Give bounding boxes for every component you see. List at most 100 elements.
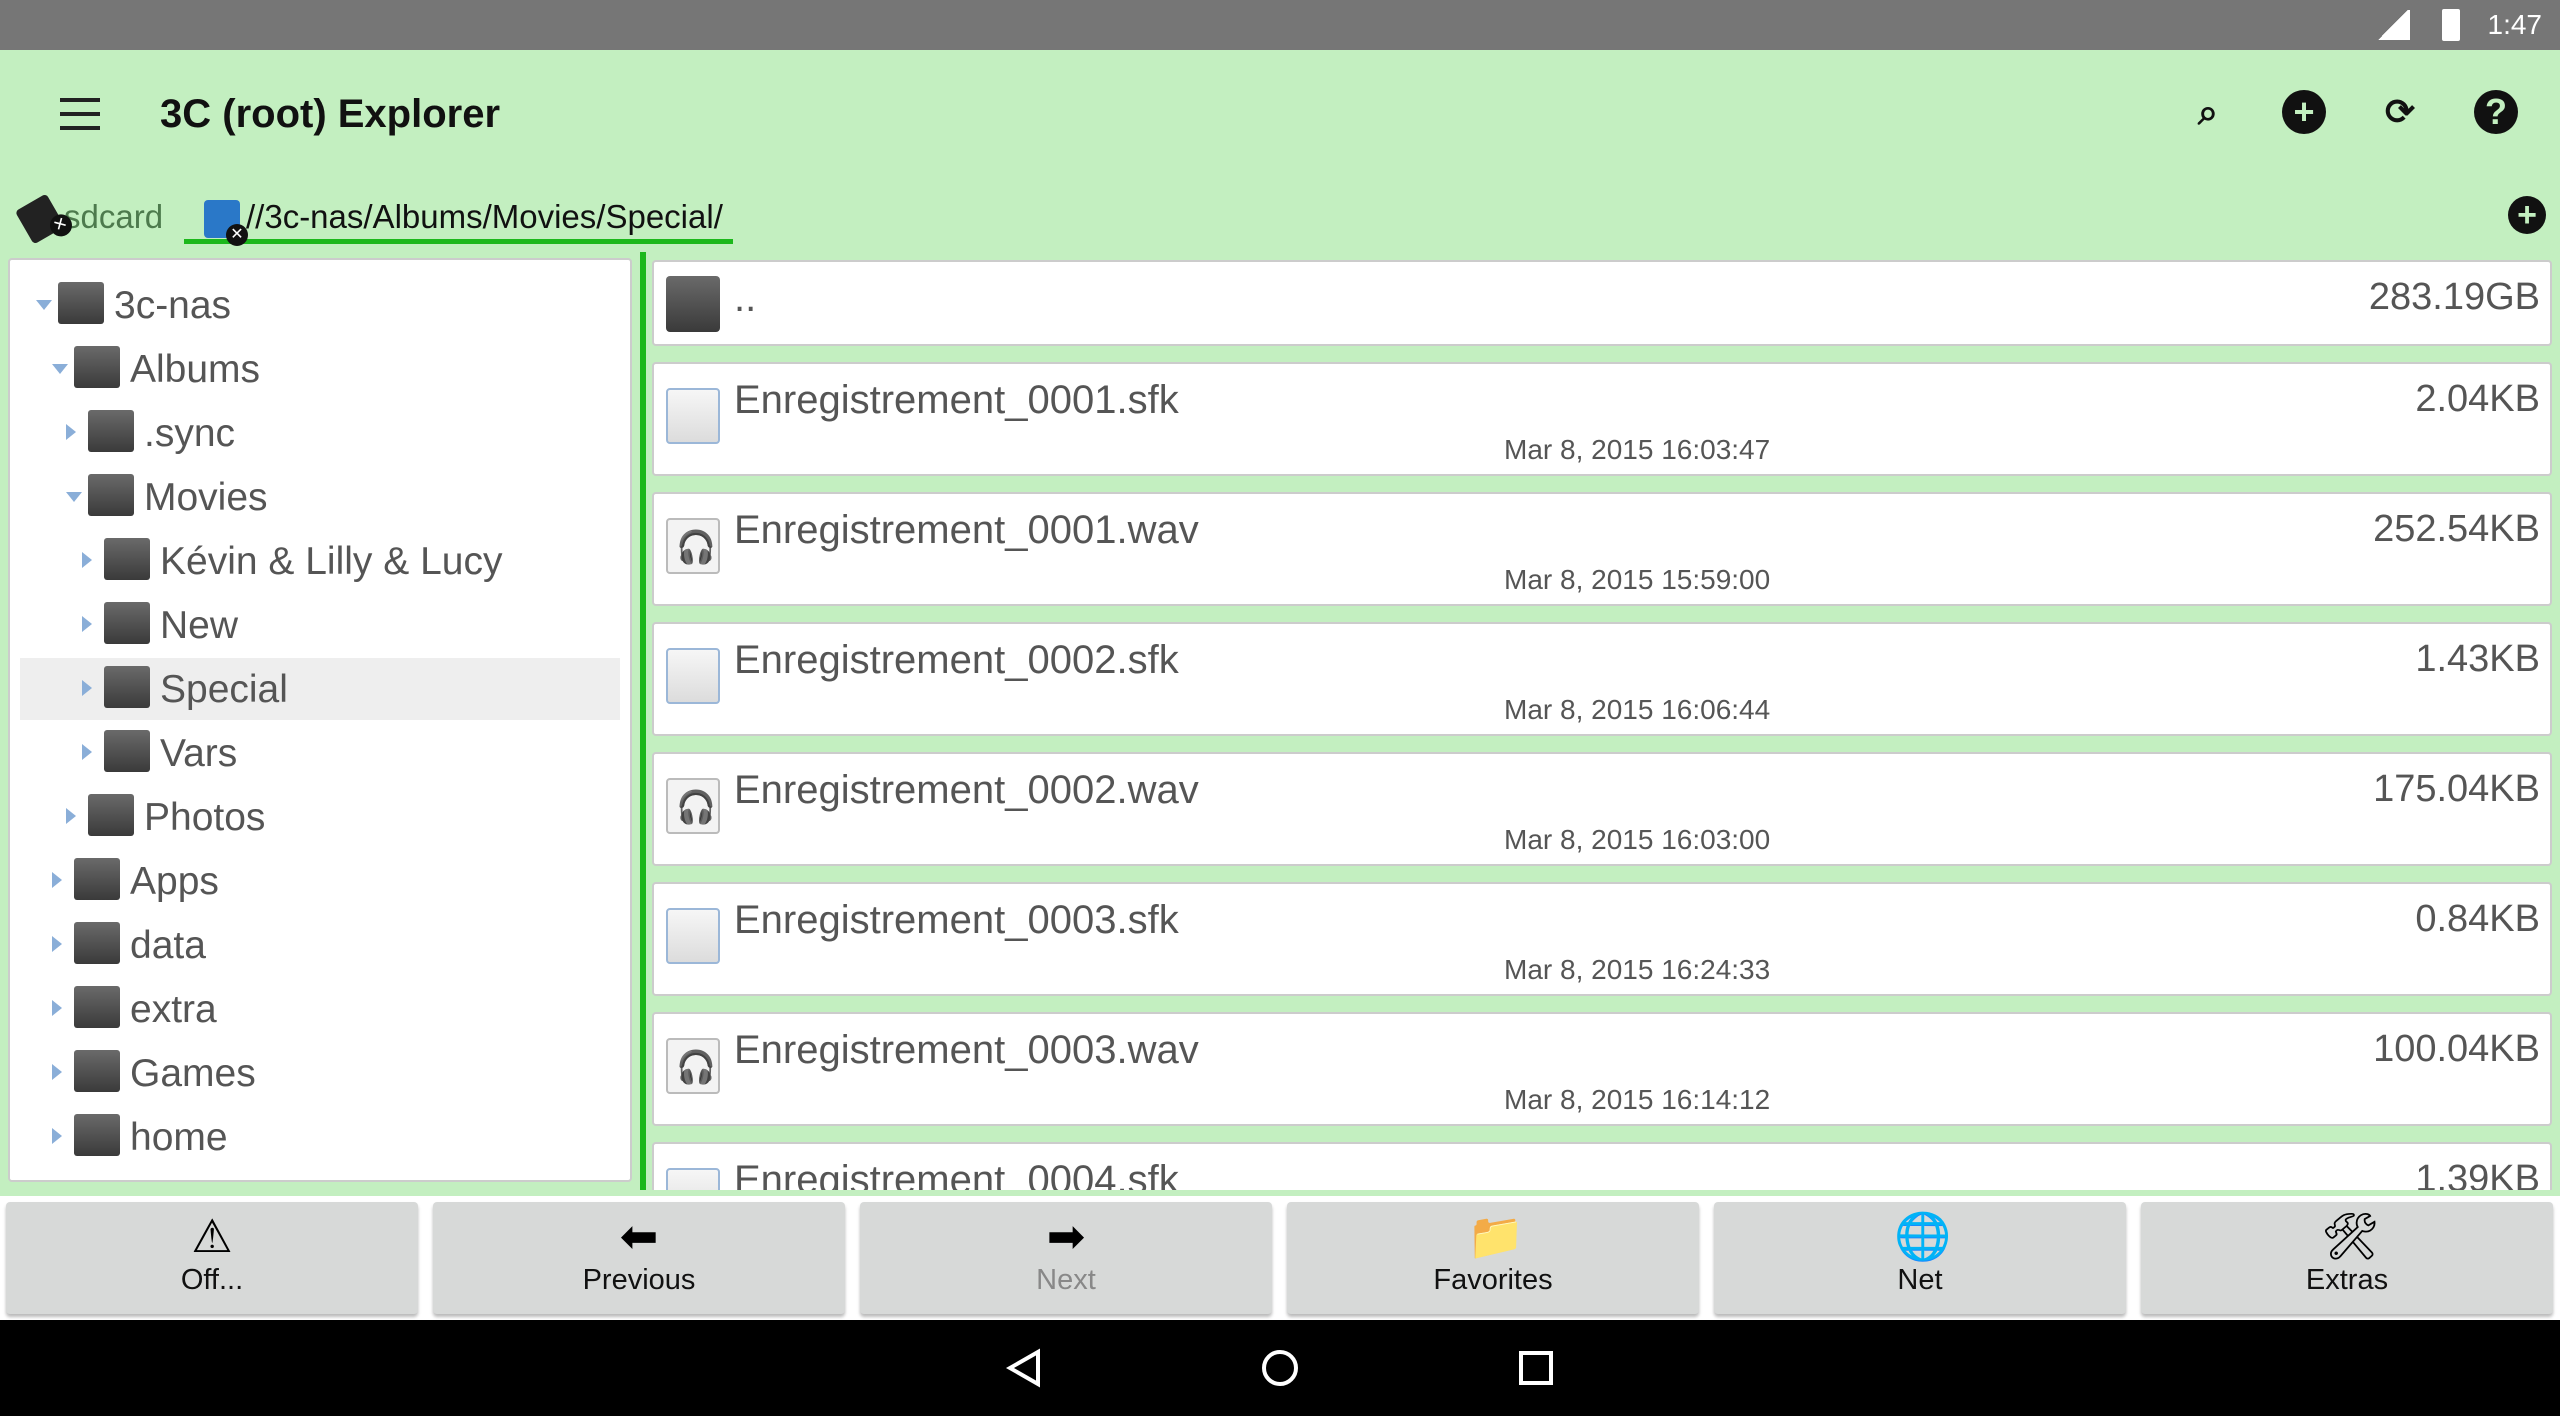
folder-tree[interactable]: 3c-nas Albums .sync Movies Kévin & Lilly & L…	[8, 258, 632, 1182]
expand-right-icon[interactable]	[66, 808, 76, 824]
button-label: Off...	[180, 1264, 244, 1296]
expand-down-icon[interactable]	[36, 300, 52, 310]
add-tab-button[interactable]: +	[2508, 196, 2546, 234]
file-name: Enregistrement_0001.wav	[734, 508, 1199, 552]
add-icon[interactable]: +	[2282, 90, 2326, 134]
tree-node[interactable]: home	[20, 1106, 620, 1168]
favorites-folder-icon: 📁	[1467, 1210, 1525, 1262]
file-row[interactable]: .. 283.19GB	[652, 260, 2552, 346]
audio-file-icon	[666, 778, 720, 834]
close-tab-icon[interactable]: ✕	[226, 224, 248, 247]
tree-node[interactable]: New	[20, 594, 620, 656]
tab-bar: ✕ sdcard ✕//3c-nas/Albums/Movies/Special/…	[0, 180, 2560, 252]
file-row[interactable]: Enregistrement_0003.sfk 0.84KB Mar 8, 2015…	[652, 882, 2552, 996]
tree-node-label: New	[160, 604, 239, 647]
file-row[interactable]: Enregistrement_0003.wav 100.04KB Mar 8, 20…	[652, 1012, 2552, 1126]
expand-right-icon[interactable]	[52, 872, 62, 888]
previous-button[interactable]: ⬅ Previous	[433, 1202, 845, 1314]
net-button[interactable]: 🌐 Net	[1714, 1202, 2126, 1314]
favorites-button[interactable]: 📁 Favorites	[1287, 1202, 1699, 1314]
tree-node[interactable]: extra	[20, 978, 620, 1040]
tab-sdcard[interactable]: ✕ sdcard	[14, 193, 164, 245]
battery-icon	[2442, 9, 2460, 41]
panel-divider[interactable]	[640, 252, 646, 1190]
audio-file-icon	[666, 1038, 720, 1094]
expand-right-icon[interactable]	[82, 744, 92, 760]
tree-node-label: Movies	[144, 476, 268, 519]
file-row[interactable]: Enregistrement_0001.wav 252.54KB Mar 8, 20…	[652, 492, 2552, 606]
extras-button[interactable]: 🛠 Extras	[2141, 1202, 2553, 1314]
tree-node[interactable]: Albums	[20, 338, 620, 400]
document-file-icon	[666, 908, 720, 964]
refresh-icon[interactable]: ⟳	[2378, 90, 2422, 134]
file-name: Enregistrement_0003.sfk	[734, 898, 1179, 942]
off-button[interactable]: ⚠ Off...	[6, 1202, 418, 1314]
file-name: Enregistrement_0004.sfk	[734, 1158, 1179, 1190]
file-list[interactable]: .. 283.19GB Enregistrement_0001.sfk 2.04KB M…	[652, 258, 2552, 1190]
arrow-right-icon: ➡	[1046, 1210, 1086, 1262]
file-row[interactable]: Enregistrement_0002.wav 175.04KB Mar 8, 20…	[652, 752, 2552, 866]
microsd-icon: ✕	[14, 193, 77, 245]
tree-node-label: Games	[130, 1052, 256, 1095]
button-label: Next	[1036, 1264, 1096, 1296]
file-size: 252.54KB	[2373, 508, 2540, 550]
network-icon: 🌐	[1894, 1210, 1952, 1262]
expand-right-icon[interactable]	[52, 1064, 62, 1080]
expand-right-icon[interactable]	[66, 424, 76, 440]
tree-node[interactable]: Kévin & Lilly & Lucy	[20, 530, 620, 592]
tree-node-label: .sync	[144, 412, 236, 455]
file-row[interactable]: Enregistrement_0001.sfk 2.04KB Mar 8, 2015…	[652, 362, 2552, 476]
file-name: Enregistrement_0001.sfk	[734, 378, 1179, 422]
toolbar: 3C (root) Explorer ⌕ + ⟳ ?	[0, 50, 2560, 180]
tab-label: sdcard	[64, 198, 164, 235]
home-icon[interactable]	[1260, 1348, 1300, 1388]
tree-node[interactable]: Special	[20, 658, 620, 720]
file-name: Enregistrement_0002.wav	[734, 768, 1199, 812]
tree-node-label: Special	[160, 668, 288, 711]
tree-node[interactable]: Vars	[20, 722, 620, 784]
expand-right-icon[interactable]	[52, 1000, 62, 1016]
tree-node-label: Apps	[130, 860, 219, 903]
search-icon[interactable]: ⌕	[2186, 90, 2230, 134]
expand-right-icon[interactable]	[52, 1128, 62, 1144]
tree-node[interactable]: Photos	[20, 786, 620, 848]
file-size: 175.04KB	[2373, 768, 2540, 810]
expand-down-icon[interactable]	[52, 364, 68, 374]
tree-node[interactable]: .sync	[20, 402, 620, 464]
offline-icon: ⚠	[191, 1210, 233, 1262]
expand-down-icon[interactable]	[66, 492, 82, 502]
tab-nas-path[interactable]: ✕//3c-nas/Albums/Movies/Special/	[184, 194, 733, 247]
tree-node[interactable]: Apps	[20, 850, 620, 912]
menu-icon[interactable]	[60, 98, 100, 130]
tree-node[interactable]: Movies	[20, 466, 620, 528]
folder-icon	[88, 410, 134, 452]
expand-right-icon[interactable]	[82, 616, 92, 632]
button-label: Net	[1897, 1264, 1943, 1296]
recents-icon[interactable]	[1516, 1348, 1556, 1388]
expand-right-icon[interactable]	[82, 680, 92, 696]
file-row[interactable]: Enregistrement_0002.sfk 1.43KB Mar 8, 2015…	[652, 622, 2552, 736]
folder-icon	[74, 1114, 120, 1156]
document-file-icon	[666, 388, 720, 444]
file-row[interactable]: Enregistrement_0004.sfk 1.39KB	[652, 1142, 2552, 1190]
file-size: 283.19GB	[2368, 276, 2540, 318]
file-name: Enregistrement_0003.wav	[734, 1028, 1199, 1072]
clock: 1:47	[2487, 9, 2543, 40]
expand-right-icon[interactable]	[82, 552, 92, 568]
back-icon[interactable]	[1004, 1348, 1044, 1388]
help-icon[interactable]: ?	[2474, 90, 2518, 134]
folder-icon	[104, 666, 150, 708]
parent-folder-icon	[666, 276, 720, 332]
file-name: ..	[734, 276, 757, 320]
tree-node[interactable]: 3c-nas	[20, 274, 620, 336]
file-size: 100.04KB	[2373, 1028, 2540, 1070]
tree-node[interactable]: data	[20, 914, 620, 976]
expand-right-icon[interactable]	[52, 936, 62, 952]
tree-node[interactable]: Games	[20, 1042, 620, 1104]
document-file-icon	[666, 1168, 720, 1190]
button-label: Previous	[582, 1264, 696, 1296]
folder-icon	[74, 986, 120, 1028]
next-button[interactable]: ➡ Next	[860, 1202, 1272, 1314]
folder-icon	[74, 922, 120, 964]
file-name: Enregistrement_0002.sfk	[734, 638, 1179, 682]
